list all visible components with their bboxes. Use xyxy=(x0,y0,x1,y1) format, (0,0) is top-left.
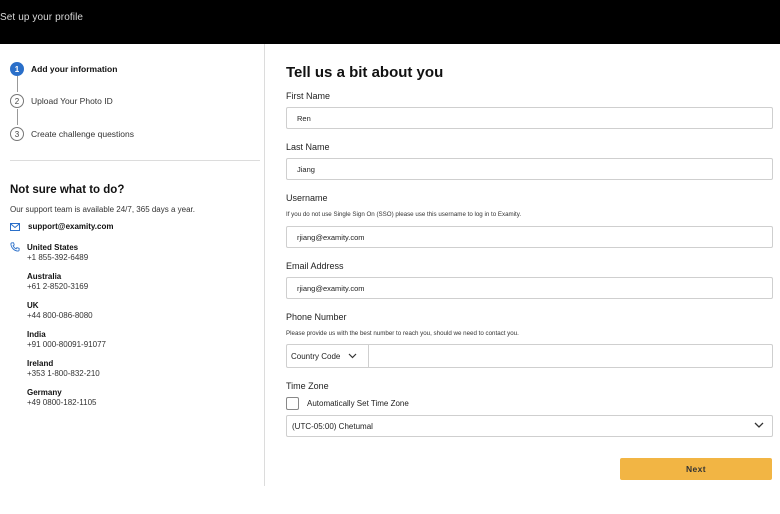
chevron-down-icon xyxy=(754,422,764,428)
support-email-link[interactable]: support@examity.com xyxy=(28,222,113,231)
step-number: 2 xyxy=(10,94,24,108)
contact-phone[interactable]: +91 000-80091-91077 xyxy=(27,340,106,350)
contact-ireland: Ireland +353 1-800-832-210 xyxy=(27,359,100,379)
contact-india: India +91 000-80091-91077 xyxy=(27,330,106,350)
profile-form: Tell us a bit about you First Name Ren L… xyxy=(276,44,776,514)
step-connector xyxy=(16,109,18,125)
step-add-information: 1 Add your information xyxy=(10,60,117,78)
phone-field-group: Country Code xyxy=(286,344,773,368)
contact-phone[interactable]: +44 800-086-8080 xyxy=(27,311,93,321)
contact-country: Germany xyxy=(27,388,62,397)
next-button[interactable]: Next xyxy=(620,458,772,480)
form-heading: Tell us a bit about you xyxy=(286,64,444,81)
step-label: Upload Your Photo ID xyxy=(31,96,113,106)
first-name-field[interactable]: Ren xyxy=(286,107,773,129)
contact-united-states: United States +1 855-392-6489 xyxy=(27,243,88,263)
step-challenge-questions: 3 Create challenge questions xyxy=(10,125,134,143)
timezone-selected-value: (UTC-05:00) Chetumal xyxy=(292,421,373,431)
step-label: Add your information xyxy=(31,64,118,74)
country-code-dropdown[interactable]: Country Code xyxy=(287,345,369,367)
timezone-select[interactable]: (UTC-05:00) Chetumal xyxy=(286,415,773,437)
page-header-title: Set up your profile xyxy=(0,12,84,23)
help-subtitle: Our support team is available 24/7, 365 … xyxy=(10,205,195,214)
phone-hint: Please provide us with the best number t… xyxy=(286,330,519,337)
step-number: 3 xyxy=(10,127,24,141)
phone-label: Phone Number xyxy=(286,312,347,322)
phone-icon xyxy=(10,242,20,252)
sidebar-divider xyxy=(10,160,260,161)
help-title: Not sure what to do? xyxy=(10,184,125,196)
auto-timezone-checkbox[interactable] xyxy=(286,397,299,410)
step-number: 1 xyxy=(10,62,24,76)
email-field[interactable]: rjiang@examity.com xyxy=(286,277,773,299)
username-field[interactable]: rjiang@examity.com xyxy=(286,226,773,248)
email-label: Email Address xyxy=(286,261,344,271)
last-name-label: Last Name xyxy=(286,142,330,152)
contact-country: India xyxy=(27,330,46,339)
contact-country: Australia xyxy=(27,272,62,281)
timezone-label: Time Zone xyxy=(286,381,329,391)
support-email-row[interactable]: support@examity.com xyxy=(10,222,113,231)
first-name-label: First Name xyxy=(286,91,331,101)
contact-uk: UK +44 800-086-8080 xyxy=(27,301,93,321)
contact-phone[interactable]: +49 0800-182-1105 xyxy=(27,398,96,408)
sidebar: 1 Add your information 2 Upload Your Pho… xyxy=(0,44,264,514)
phone-number-field[interactable] xyxy=(370,345,772,367)
envelope-icon xyxy=(10,222,20,231)
country-code-label: Country Code xyxy=(291,351,341,361)
contact-phone[interactable]: +61 2-8520-3169 xyxy=(27,282,88,292)
contact-country: United States xyxy=(27,243,79,252)
auto-timezone-label: Automatically Set Time Zone xyxy=(307,399,409,408)
username-label: Username xyxy=(286,193,328,203)
chevron-down-icon xyxy=(348,353,357,359)
column-divider xyxy=(264,44,265,486)
top-bar: Set up your profile xyxy=(0,0,780,44)
step-connector xyxy=(16,76,18,92)
contact-phone[interactable]: +1 855-392-6489 xyxy=(27,253,88,263)
last-name-field[interactable]: Jiang xyxy=(286,158,773,180)
contact-australia: Australia +61 2-8520-3169 xyxy=(27,272,88,292)
username-hint: If you do not use Single Sign On (SSO) p… xyxy=(286,211,522,218)
contact-phone[interactable]: +353 1-800-832-210 xyxy=(27,369,100,379)
auto-timezone-option[interactable]: Automatically Set Time Zone xyxy=(286,397,409,410)
step-upload-photo-id: 2 Upload Your Photo ID xyxy=(10,92,113,110)
contact-country: UK xyxy=(27,301,39,310)
step-label: Create challenge questions xyxy=(31,129,135,139)
contact-germany: Germany +49 0800-182-1105 xyxy=(27,388,96,408)
contact-country: Ireland xyxy=(27,359,54,368)
